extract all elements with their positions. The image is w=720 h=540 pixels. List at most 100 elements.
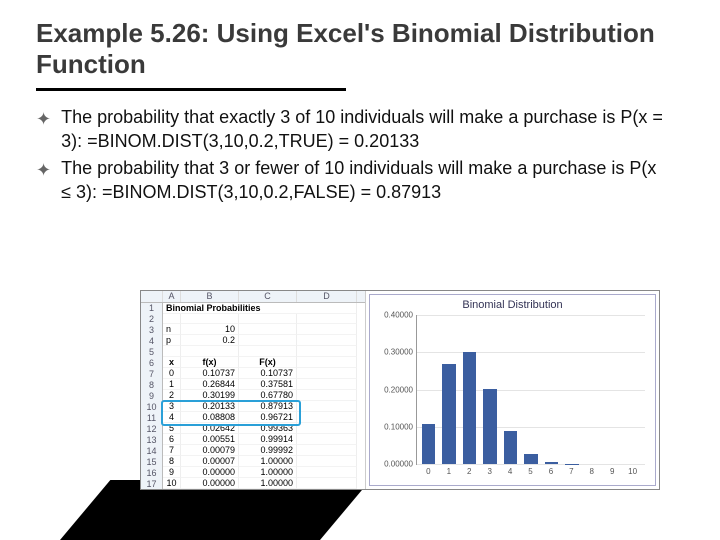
x-cell: 4 [163,412,181,423]
Fx-cell: 0.99914 [239,434,297,445]
bar [483,389,497,464]
sheet-title: Binomial Probabilities [163,303,357,314]
y-tick: 0.40000 [375,311,413,320]
bullet-marker-icon: ✦ [36,105,51,154]
row-number: 3 [141,324,163,335]
row-number: 12 [141,423,163,434]
fx-cell: 0.30199 [181,390,239,401]
x-axis-ticks: 0123456789 10 [416,465,645,476]
fx-cell: 0.26844 [181,379,239,390]
bullet-list: ✦ The probability that exactly 3 of 10 i… [0,91,720,204]
row-number: 4 [141,335,163,346]
x-cell: 7 [163,445,181,456]
bar [422,424,436,464]
list-item: ✦ The probability that exactly 3 of 10 i… [36,105,670,154]
fx-cell: 0.20133 [181,401,239,412]
x-tick: 10 [626,467,640,476]
bullet-marker-icon: ✦ [36,156,51,205]
plot-area: 0.000000.100000.200000.300000.40000 [416,315,645,465]
row-number: 15 [141,456,163,467]
column-headers: A B C D [141,291,365,303]
x-tick: 8 [585,467,599,476]
row-number: 14 [141,445,163,456]
row-number: 7 [141,368,163,379]
Fx-header: F(x) [239,357,297,368]
col-C: C [239,291,297,302]
x-cell: 8 [163,456,181,467]
row-number: 11 [141,412,163,423]
Fx-cell: 0.10737 [239,368,297,379]
Fx-cell: 0.67780 [239,390,297,401]
x-cell: 3 [163,401,181,412]
bar [463,352,477,464]
bar [504,431,518,464]
fx-cell: 0.00000 [181,467,239,478]
col-D: D [297,291,357,302]
Fx-cell: 0.99363 [239,423,297,434]
x-cell: 10 [163,478,181,489]
x-cell: 9 [163,467,181,478]
y-tick: 0.20000 [375,385,413,394]
x-tick: 4 [503,467,517,476]
n-value: 10 [181,324,239,335]
p-label: p [163,335,181,346]
row-number: 17 [141,478,163,489]
y-tick: 0.30000 [375,348,413,357]
Fx-cell: 1.00000 [239,467,297,478]
Fx-cell: 1.00000 [239,478,297,489]
row-number: 13 [141,434,163,445]
fx-cell: 0.00079 [181,445,239,456]
row-number: 1 [141,303,163,314]
y-tick: 0.00000 [375,460,413,469]
x-cell: 5 [163,423,181,434]
x-tick: 9 [605,467,619,476]
row-number: 10 [141,401,163,412]
x-tick: 6 [544,467,558,476]
x-cell: 1 [163,379,181,390]
row-number: 16 [141,467,163,478]
spreadsheet: A B C D 1Binomial Probabilities 2 3n10 4… [141,291,366,489]
x-tick: 0 [421,467,435,476]
x-tick: 5 [524,467,538,476]
chart-title: Binomial Distribution [376,299,649,311]
x-header: x [163,357,181,368]
corner-cell [141,291,163,302]
x-tick: 2 [462,467,476,476]
row-number: 5 [141,346,163,357]
x-cell: 2 [163,390,181,401]
x-tick: 7 [564,467,578,476]
col-A: A [163,291,181,302]
n-label: n [163,324,181,335]
excel-figure: A B C D 1Binomial Probabilities 2 3n10 4… [140,290,660,490]
Fx-cell: 0.87913 [239,401,297,412]
fx-header: f(x) [181,357,239,368]
y-tick: 0.10000 [375,422,413,431]
row-number: 8 [141,379,163,390]
x-tick: 1 [442,467,456,476]
Fx-cell: 0.96721 [239,412,297,423]
fx-cell: 0.00000 [181,478,239,489]
fx-cell: 0.08808 [181,412,239,423]
row-number: 6 [141,357,163,368]
bar-chart: Binomial Distribution 0.000000.100000.20… [369,294,656,486]
row-number: 2 [141,314,163,325]
bar [442,364,456,464]
fx-cell: 0.10737 [181,368,239,379]
bullet-text: The probability that exactly 3 of 10 ind… [61,105,670,154]
x-cell: 6 [163,434,181,445]
p-value: 0.2 [181,335,239,346]
x-cell: 0 [163,368,181,379]
col-B: B [181,291,239,302]
bar [545,462,559,464]
Fx-cell: 1.00000 [239,456,297,467]
fx-cell: 0.00007 [181,456,239,467]
bullet-text: The probability that 3 or fewer of 10 in… [61,156,670,205]
fx-cell: 0.02642 [181,423,239,434]
bar [524,454,538,464]
fx-cell: 0.00551 [181,434,239,445]
list-item: ✦ The probability that 3 or fewer of 10 … [36,156,670,205]
x-tick: 3 [483,467,497,476]
row-number: 9 [141,390,163,401]
page-title: Example 5.26: Using Excel's Binomial Dis… [0,0,720,86]
Fx-cell: 0.37581 [239,379,297,390]
